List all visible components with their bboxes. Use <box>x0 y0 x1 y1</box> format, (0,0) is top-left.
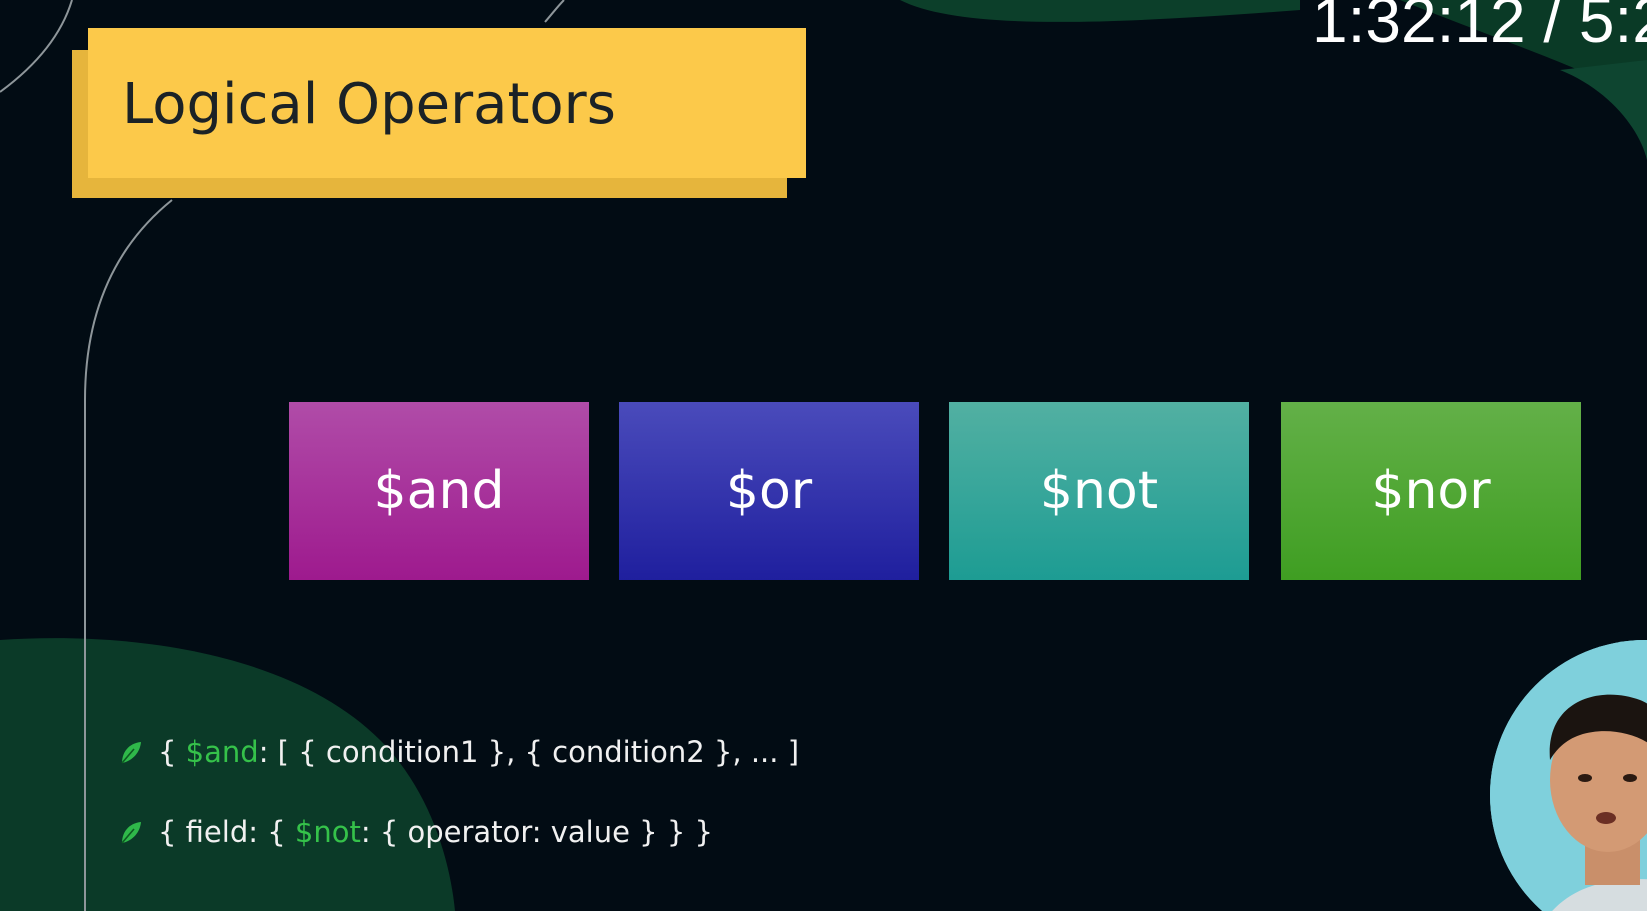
bullet-text: { field: { $not: { operator: value } } } <box>158 815 713 849</box>
bullet-suffix: : [ { condition1 }, { condition2 }, ... … <box>258 735 800 769</box>
bullet-keyword: $not <box>294 815 361 849</box>
operator-and-box[interactable]: $and <box>289 402 589 580</box>
operator-not-box[interactable]: $not <box>949 402 1249 580</box>
operator-label: $or <box>725 461 813 521</box>
operator-label: $nor <box>1371 461 1491 521</box>
leaf-icon <box>121 742 141 764</box>
video-timestamp: 1:32:12 / 5:2 <box>1312 0 1647 56</box>
operator-nor-box[interactable]: $nor <box>1281 402 1581 580</box>
bullet-and-syntax: { $and: [ { condition1 }, { condition2 }… <box>118 735 799 769</box>
bullet-prefix: { <box>158 735 186 769</box>
bullet-suffix: : { operator: value } } } <box>360 815 713 849</box>
bullet-text: { $and: [ { condition1 }, { condition2 }… <box>158 735 799 769</box>
leaf-icon <box>121 822 141 844</box>
bullet-prefix: { field: { <box>158 815 295 849</box>
bullet-not-syntax: { field: { $not: { operator: value } } } <box>118 815 713 849</box>
slide-title: Logical Operators <box>122 72 616 137</box>
video-frame: Logical Operators 1:32:12 / 5:2 $and $or… <box>0 0 1647 911</box>
operator-label: $not <box>1039 461 1159 521</box>
bullet-keyword: $and <box>185 735 259 769</box>
operator-label: $and <box>373 461 505 521</box>
operator-or-box[interactable]: $or <box>619 402 919 580</box>
